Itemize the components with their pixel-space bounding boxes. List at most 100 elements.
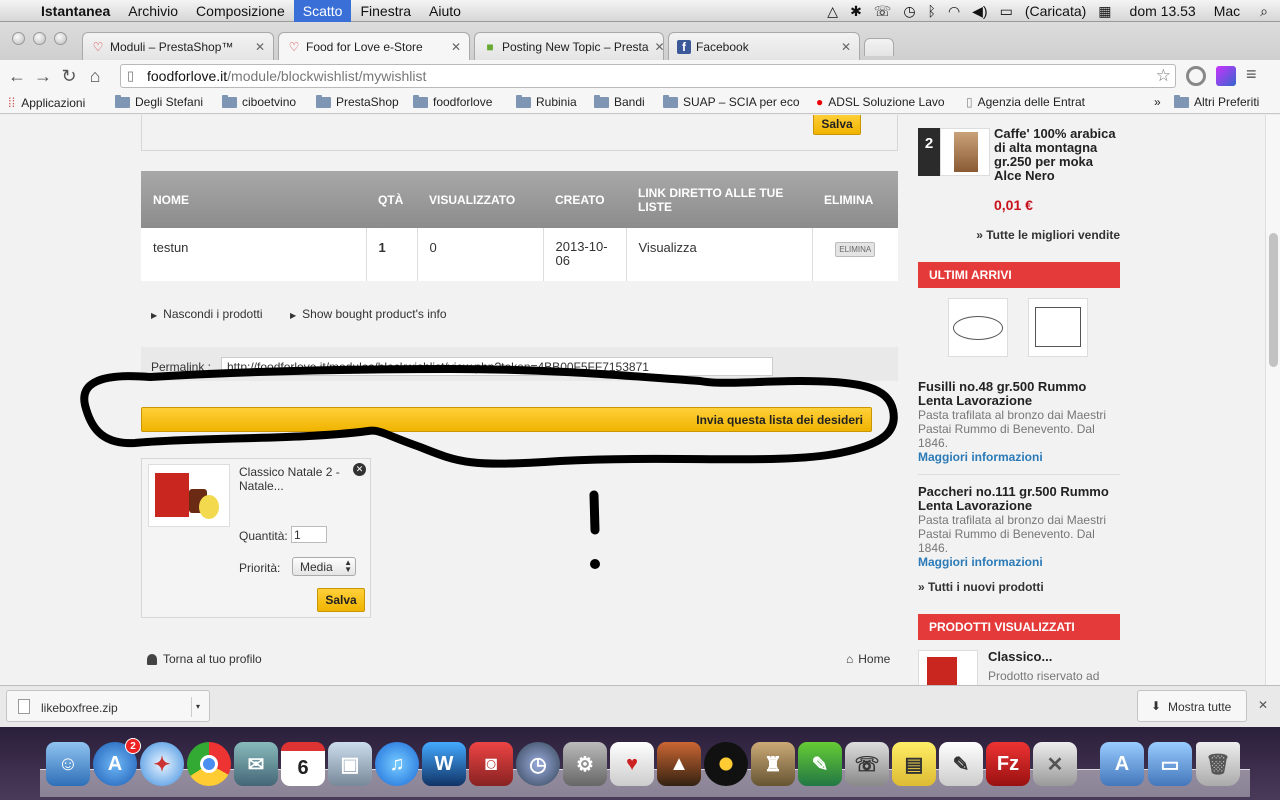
menu-finestra[interactable]: Finestra (351, 0, 420, 22)
calendar-icon[interactable]: 6 (281, 742, 325, 786)
music-disc-icon[interactable] (704, 742, 748, 786)
home-link[interactable]: ⌂ Home (846, 652, 890, 666)
forward-arrow-icon[interactable]: → (30, 66, 56, 87)
tab-food-for-love[interactable]: ♡ Food for Love e-Store ✕ (278, 32, 470, 60)
safari-icon[interactable]: ✦ (140, 742, 184, 786)
battery-icon[interactable]: ▭ (994, 0, 1019, 22)
tab-facebook[interactable]: f Facebook ✕ (668, 32, 860, 60)
menu-scatto[interactable]: Scatto (293, 0, 352, 22)
bluetooth-icon[interactable]: ᛒ (922, 0, 942, 22)
extension-icon[interactable] (1186, 66, 1206, 86)
calendar-menu-icon[interactable]: ▦ (1092, 0, 1117, 22)
viewed-product-title[interactable]: Classico... (988, 650, 1052, 664)
stickies-icon[interactable]: ▤ (892, 742, 936, 786)
menu-aiuto[interactable]: Aiuto (420, 0, 470, 22)
more-info-link[interactable]: Maggiori informazioni (918, 555, 1120, 569)
close-icon[interactable]: ✕ (1258, 698, 1268, 712)
tab-posting-topic[interactable]: ■ Posting New Topic – Presta ✕ (474, 32, 664, 60)
phone-icon[interactable]: ☏ (868, 0, 898, 22)
profile-extension-icon[interactable] (1216, 66, 1236, 86)
solitaire-icon[interactable]: ♥ (610, 742, 654, 786)
new-product-title[interactable]: Paccheri no.111 gr.500 Rummo Lenta Lavor… (918, 485, 1120, 513)
time-machine-icon[interactable]: ◷ (897, 0, 921, 22)
new-tab-button[interactable] (864, 38, 894, 56)
menu-composizione[interactable]: Composizione (187, 0, 294, 22)
bookmark-folder[interactable]: ciboetvino (222, 95, 296, 109)
viewed-product-thumb[interactable] (918, 650, 978, 685)
download-item[interactable]: likeboxfree.zip ▾ (6, 690, 210, 722)
minimize-window-button[interactable] (33, 32, 46, 45)
all-best-sellers-link[interactable]: » Tutte le migliori vendite (958, 228, 1120, 242)
save-product-button[interactable]: Salva (317, 588, 365, 612)
address-bar[interactable]: ▯ foodforlove.it/module/blockwishlist/my… (120, 64, 1176, 88)
bookmark-apps[interactable]: ⁞⁞ Applicazioni (8, 95, 85, 110)
bookmark-link[interactable]: ● ADSL Soluzione Lavo (816, 95, 952, 109)
time-machine-icon[interactable]: ◷ (516, 742, 560, 786)
back-arrow-icon[interactable]: ← (4, 66, 30, 87)
trash-icon[interactable]: 🗑 (1196, 742, 1240, 786)
bookmark-other[interactable]: Altri Preferiti (1174, 95, 1259, 109)
paccheri-package-image (1035, 307, 1081, 347)
volume-icon[interactable]: ◀) (966, 0, 993, 22)
zoom-window-button[interactable] (54, 32, 67, 45)
system-preferences-icon[interactable]: ⚙ (563, 742, 607, 786)
bookmark-folder[interactable]: PrestaShop (316, 95, 399, 109)
close-tab-icon[interactable]: ✕ (249, 40, 265, 54)
home-icon[interactable]: ⌂ (82, 66, 108, 87)
wifi-icon[interactable]: ◠ (942, 0, 966, 22)
mail-icon[interactable]: ✉ (234, 742, 278, 786)
phone-app-icon[interactable]: ☏ (845, 742, 889, 786)
apple-icon[interactable] (0, 0, 32, 22)
grapher-icon[interactable]: ✕ (1033, 742, 1077, 786)
more-info-link[interactable]: Maggiori informazioni (918, 450, 1120, 464)
best-seller-title[interactable]: Caffe' 100% arabica di alta montagna gr.… (994, 127, 1120, 183)
new-product-thumb-1[interactable] (948, 298, 1008, 357)
antenna-icon[interactable]: ✱ (844, 0, 868, 22)
user-name[interactable]: Mac (1208, 0, 1254, 22)
chrome-icon[interactable] (187, 742, 231, 786)
close-tab-icon[interactable]: ✕ (445, 40, 461, 54)
menu-icon[interactable]: ≡ (1246, 64, 1257, 85)
documents-folder-icon[interactable]: ▭ (1148, 742, 1192, 786)
bookmark-folder[interactable]: SUAP – SCIA per eco (663, 95, 801, 109)
new-product-thumb-2[interactable] (1028, 298, 1088, 357)
word-icon[interactable]: W (422, 742, 466, 786)
rocket-icon[interactable]: ▲ (657, 742, 701, 786)
close-tab-icon[interactable]: ✕ (649, 40, 663, 54)
back-to-profile-link[interactable]: Torna al tuo profilo (147, 652, 262, 666)
new-product-title[interactable]: Fusilli no.48 gr.500 Rummo Lenta Lavoraz… (918, 380, 1120, 408)
chevron-down-icon[interactable]: ▾ (191, 697, 205, 717)
clock[interactable]: dom 13.53 (1118, 0, 1208, 22)
bookmark-folder[interactable]: Degli Stefani (115, 95, 203, 109)
bookmark-folder[interactable]: Rubinia (516, 95, 577, 109)
battery-status[interactable]: (Caricata) (1019, 0, 1092, 22)
app-store-icon[interactable]: A 2 (93, 738, 141, 786)
all-new-products-link[interactable]: » Tutti i nuovi prodotti (918, 580, 1044, 594)
photo-booth-icon[interactable]: ◙ (469, 742, 513, 786)
applications-folder-icon[interactable]: A (1100, 742, 1144, 786)
automator-icon[interactable]: ♜ (751, 742, 795, 786)
show-all-downloads-button[interactable]: ⬇ Mostra tutte (1137, 690, 1247, 722)
bookmark-link[interactable]: ▯ Agenzia delle Entrat (966, 95, 1100, 109)
textedit-icon[interactable]: ✎ (939, 742, 983, 786)
finder-icon[interactable]: ☺ (46, 742, 90, 786)
filezilla-icon[interactable]: Fz (986, 742, 1030, 786)
scroll-thumb[interactable] (1269, 233, 1278, 367)
bookmarks-overflow[interactable]: » (1154, 95, 1161, 109)
bookmark-folder[interactable]: Bandi (594, 95, 645, 109)
bookmark-folder[interactable]: foodforlove (413, 95, 492, 109)
star-icon[interactable]: ☆ (1156, 66, 1171, 86)
menu-archivio[interactable]: Archivio (119, 0, 187, 22)
menu-app-name[interactable]: Istantanea (32, 0, 119, 22)
spotlight-icon[interactable]: ⌕ (1254, 0, 1280, 22)
evernote-icon[interactable]: ✎ (798, 742, 842, 786)
close-tab-icon[interactable]: ✕ (835, 40, 851, 54)
close-window-button[interactable] (12, 32, 25, 45)
page-scrollbar[interactable] (1265, 115, 1280, 685)
tab-moduli[interactable]: ♡ Moduli – PrestaShop™ ✕ (82, 32, 274, 60)
iphoto-icon[interactable]: ▣ (328, 742, 372, 786)
reload-icon[interactable]: ↻ (56, 66, 82, 87)
drive-icon[interactable]: △ (821, 0, 844, 22)
coffee-thumbnail[interactable] (940, 128, 990, 176)
itunes-icon[interactable]: ♫ (375, 742, 419, 786)
